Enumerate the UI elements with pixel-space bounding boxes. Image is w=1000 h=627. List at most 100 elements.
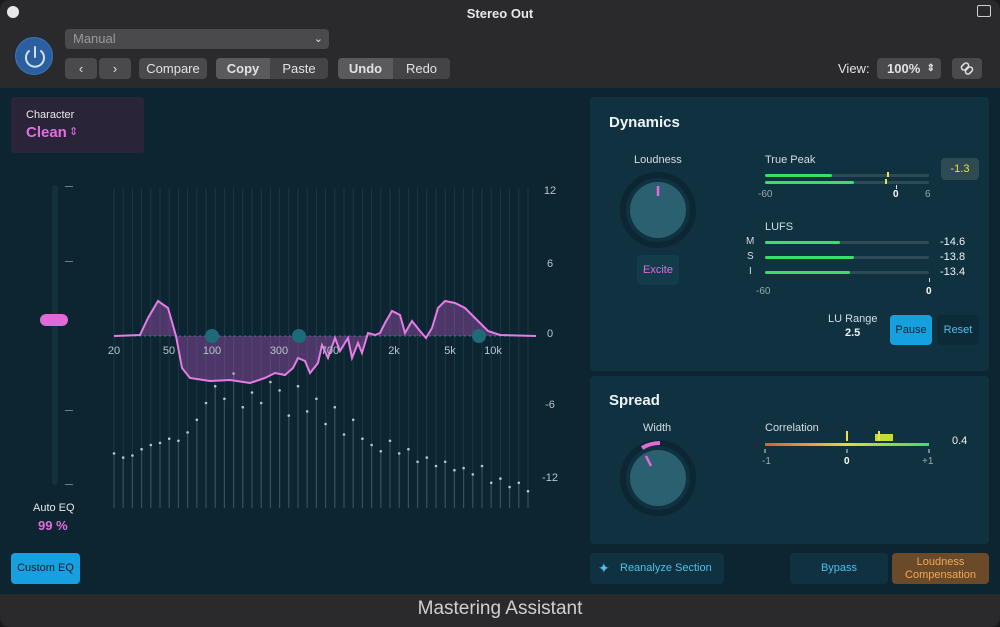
auto-eq-slider-handle[interactable] — [40, 314, 68, 326]
analyzer-peak-dot — [434, 464, 438, 468]
freq-label: 2k — [388, 345, 400, 357]
lufs-row-value: -14.6 — [940, 236, 966, 248]
loudness-knob[interactable] — [620, 172, 696, 248]
lufs-scale-max: 0 — [926, 286, 932, 297]
power-button[interactable] — [15, 37, 53, 75]
plugin-name: Mastering Assistant — [417, 598, 583, 619]
eq-node[interactable] — [472, 329, 486, 343]
analyzer-peak-dot — [425, 456, 429, 459]
analyzer-peak-dot — [407, 447, 410, 451]
redo-button[interactable]: Redo — [393, 58, 450, 79]
analyzer-peak-dot — [453, 468, 456, 472]
preset-select[interactable]: Manual ⌄ — [65, 29, 329, 49]
paste-button[interactable]: Paste — [270, 58, 328, 79]
up-down-chevron-icon: ⇕ — [69, 126, 79, 138]
dynamics-panel: Dynamics Loudness Excite True Peak -60 0… — [590, 97, 989, 371]
analyzer-peak-dot — [333, 405, 337, 409]
analyzer-peak-dot — [278, 389, 281, 392]
pause-button[interactable]: Pause — [890, 315, 932, 345]
lufs-row-label: M — [746, 236, 755, 247]
link-button[interactable] — [952, 58, 982, 79]
title-bar: Stereo Out — [0, 0, 1000, 26]
tick-mark — [65, 261, 73, 262]
loudness-comp-line1: Loudness — [916, 556, 965, 568]
window-icon[interactable] — [977, 5, 991, 17]
analyzer-peak-dot — [397, 452, 401, 455]
character-label: Character — [26, 109, 75, 121]
power-icon — [25, 46, 45, 68]
true-peak-scale-min: -60 — [758, 189, 773, 200]
width-label: Width — [643, 422, 672, 434]
copy-button[interactable]: Copy — [216, 58, 270, 79]
link-icon — [960, 62, 974, 75]
compare-button[interactable]: Compare — [139, 58, 207, 79]
up-down-chevron-icon: ⇕ — [926, 63, 935, 74]
analyzer-peak-dot — [489, 481, 493, 485]
analyzer-peak-dot — [241, 405, 245, 409]
true-peak-value: -1.3 — [941, 158, 979, 180]
spread-title: Spread — [609, 392, 660, 409]
lufs-row-value: -13.4 — [940, 266, 966, 278]
analyzer-peak-dot — [480, 464, 484, 468]
freq-label: 5k — [444, 345, 456, 357]
analyzer-peak-dot — [324, 422, 327, 426]
analyzer-peak-dot — [379, 450, 383, 453]
window-title: Stereo Out — [466, 6, 534, 21]
eq-node[interactable] — [205, 329, 219, 343]
analyzer-peak-dot — [204, 401, 208, 405]
analyzer-peak-dot — [213, 384, 217, 388]
excite-button[interactable]: Excite — [637, 255, 679, 285]
true-peak-scale-zero: 0 — [893, 189, 899, 200]
reset-button[interactable]: Reset — [937, 315, 979, 345]
freq-label: 50 — [163, 345, 175, 357]
bypass-button[interactable]: Bypass — [790, 553, 888, 584]
analyzer-peak-dot — [508, 485, 511, 489]
meter-fill — [765, 241, 841, 244]
eq-node[interactable] — [292, 329, 306, 343]
custom-eq-button[interactable]: Custom EQ — [11, 553, 80, 584]
tick-mark — [65, 186, 73, 187]
auto-eq-label: Auto EQ — [33, 502, 75, 514]
undo-button[interactable]: Undo — [338, 58, 393, 79]
freq-label: 10k — [484, 345, 502, 357]
loudness-compensation-button[interactable]: Loudness Compensation — [892, 553, 989, 584]
undo-redo-group: Undo Redo — [338, 58, 450, 79]
auto-eq-slider-track[interactable] — [52, 185, 58, 485]
character-value: Clean — [26, 124, 67, 141]
analyzer-peak-dot — [499, 477, 502, 480]
analyzer-peak-dot — [388, 439, 392, 443]
eq-graph[interactable]: 20 50 100 300 700 2k 5k 10k 12 6 0 -6 -12 — [100, 183, 570, 513]
view-label: View: — [838, 61, 870, 76]
previous-preset-button[interactable]: ‹ — [65, 58, 97, 79]
next-preset-button[interactable]: › — [99, 58, 131, 79]
meter-fill — [765, 271, 851, 274]
width-knob[interactable] — [620, 440, 696, 516]
analyzer-peak-dot — [223, 397, 226, 401]
lu-range-label: LU Range — [828, 313, 878, 325]
analyzer-peak-dot — [149, 443, 153, 447]
preset-value: Manual — [73, 31, 116, 46]
auto-eq-value: 99 % — [38, 518, 68, 533]
lufs-row-label: S — [747, 251, 754, 262]
peak-hold-marker — [885, 179, 887, 184]
tick-mark — [65, 484, 73, 485]
lufs-meter-integrated — [765, 271, 929, 274]
analyzer-peak-dot — [112, 452, 116, 455]
analyzer-peak-dot — [370, 443, 373, 447]
analyzer-peak-dot — [462, 466, 465, 470]
analyzer-peak-dot — [121, 456, 125, 459]
lufs-meter-short-term — [765, 256, 929, 259]
peak-hold-marker — [887, 172, 889, 177]
db-label: 0 — [547, 328, 553, 340]
true-peak-scale-max: 6 — [925, 189, 931, 200]
analyzer-peak-dot — [315, 397, 318, 401]
analyzer-peak-dot — [131, 454, 134, 457]
character-selector[interactable]: Character Clean ⇕ — [11, 97, 144, 153]
reanalyze-section-button[interactable]: ✦ Reanalyze Section — [590, 553, 724, 584]
correlation-scale-max: +1 — [922, 456, 934, 467]
lufs-scale-min: -60 — [756, 286, 771, 297]
reanalyze-label: Reanalyze Section — [620, 562, 712, 574]
zoom-select[interactable]: 100% ⇕ — [877, 58, 941, 79]
analyzer-peak-dot — [287, 414, 291, 417]
plugin-window: Stereo Out Manual ⌄ ‹ › Compare Copy Pas… — [0, 0, 1000, 627]
